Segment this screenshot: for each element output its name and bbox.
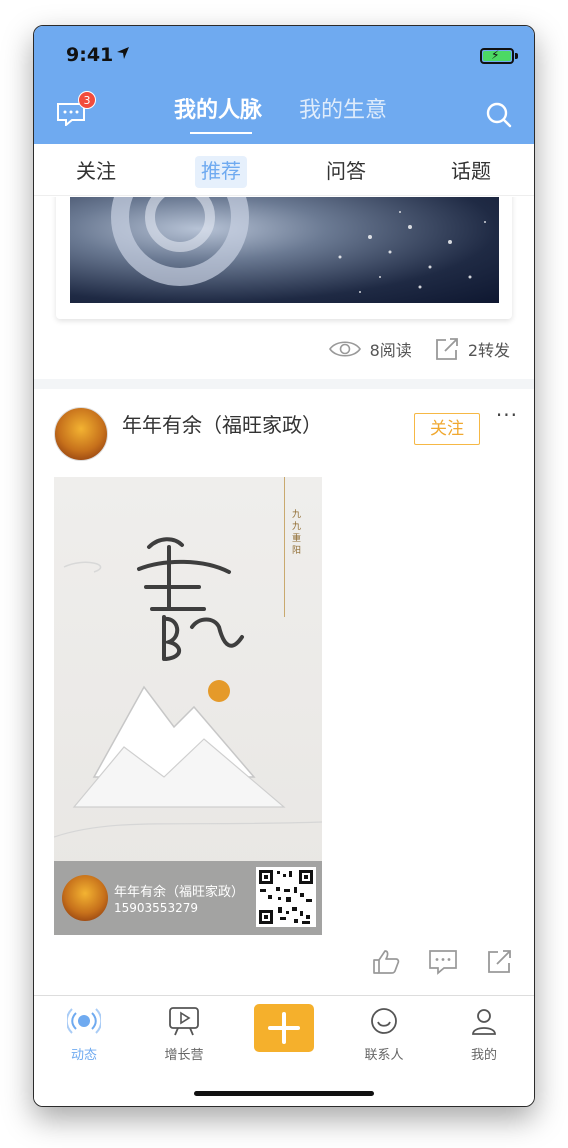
active-tab-indicator [190, 132, 252, 134]
battery-icon: ⚡ [480, 48, 514, 64]
qr-code [256, 867, 316, 927]
more-options-icon[interactable]: ··· [496, 403, 518, 427]
nav-growth-camp[interactable]: 增长营 [154, 1006, 214, 1063]
nav-label: 动态 [70, 1048, 97, 1063]
section-divider [34, 379, 534, 389]
svg-text:阳: 阳 [292, 545, 301, 556]
follow-button[interactable]: 关注 [414, 413, 480, 445]
svg-text:重: 重 [292, 532, 301, 544]
subtab-qa[interactable]: 问答 [320, 156, 372, 188]
post-image[interactable]: 九九重阳 年年有余（福旺家政） 15903553279 [54, 477, 322, 935]
broadcast-icon [65, 1008, 103, 1034]
subtab-follow[interactable]: 关注 [70, 156, 122, 188]
nav-label: 联系人 [364, 1048, 404, 1063]
nav-label: 我的 [470, 1048, 497, 1063]
poster-phone: 15903553279 [114, 901, 198, 915]
subtab-topics[interactable]: 话题 [445, 156, 497, 188]
like-icon[interactable] [372, 949, 400, 975]
tab-my-business[interactable]: 我的生意 [299, 92, 387, 124]
person-icon [472, 1009, 496, 1035]
nav-contacts[interactable]: 联系人 [354, 1006, 414, 1063]
avatar[interactable] [54, 407, 108, 461]
bottom-nav: 动态 增长营 联系人 我的 [34, 995, 534, 1106]
nav-feed[interactable]: 动态 [54, 1006, 114, 1063]
author-name[interactable]: 年年有余（福旺家政） [122, 409, 322, 438]
post-actions [372, 949, 514, 975]
poster-avatar [62, 875, 108, 921]
banner-image [70, 197, 499, 303]
plus-icon [268, 1012, 300, 1044]
poster-artwork: 九九重阳 [54, 477, 322, 838]
nav-label: 增长营 [164, 1048, 204, 1063]
location-arrow-icon [117, 47, 129, 59]
poster-name: 年年有余（福旺家政） [114, 885, 245, 900]
header: 9:41 ⚡ 3 我的人脉 我的生意 [34, 26, 534, 144]
tab-my-network[interactable]: 我的人脉 [174, 92, 262, 124]
message-badge: 3 [78, 91, 96, 109]
phone-frame: 9:41 ⚡ 3 我的人脉 我的生意 关注 推荐 问答 话题 8阅读 2转发 年… [33, 25, 535, 1107]
view-count: 8阅读 [369, 341, 412, 360]
nav-me[interactable]: 我的 [454, 1006, 514, 1063]
search-icon[interactable] [486, 102, 512, 128]
subtab-recommend[interactable]: 推荐 [195, 156, 247, 188]
share-count: 2转发 [467, 341, 510, 360]
svg-text:九: 九 [292, 521, 301, 532]
home-indicator [194, 1091, 374, 1096]
poster-footer: 年年有余（福旺家政） 15903553279 [54, 861, 322, 935]
feed: 8阅读 2转发 年年有余（福旺家政） 关注 ··· 九 九 重 阳 年年有余（福… [34, 197, 534, 995]
status-time: 9:41 [66, 44, 114, 66]
smile-icon [371, 1008, 397, 1034]
comment-icon[interactable] [428, 949, 458, 975]
svg-text:九: 九 [292, 509, 301, 520]
video-board-icon [169, 1007, 199, 1036]
share-post-icon[interactable] [486, 949, 514, 975]
eye-icon [328, 341, 361, 357]
previous-post-card[interactable] [56, 197, 512, 319]
post-stats: 8阅读 2转发 [328, 337, 510, 361]
add-button[interactable] [254, 1004, 314, 1052]
share-icon[interactable] [434, 337, 460, 361]
sub-tabs: 关注 推荐 问答 话题 [34, 144, 534, 196]
